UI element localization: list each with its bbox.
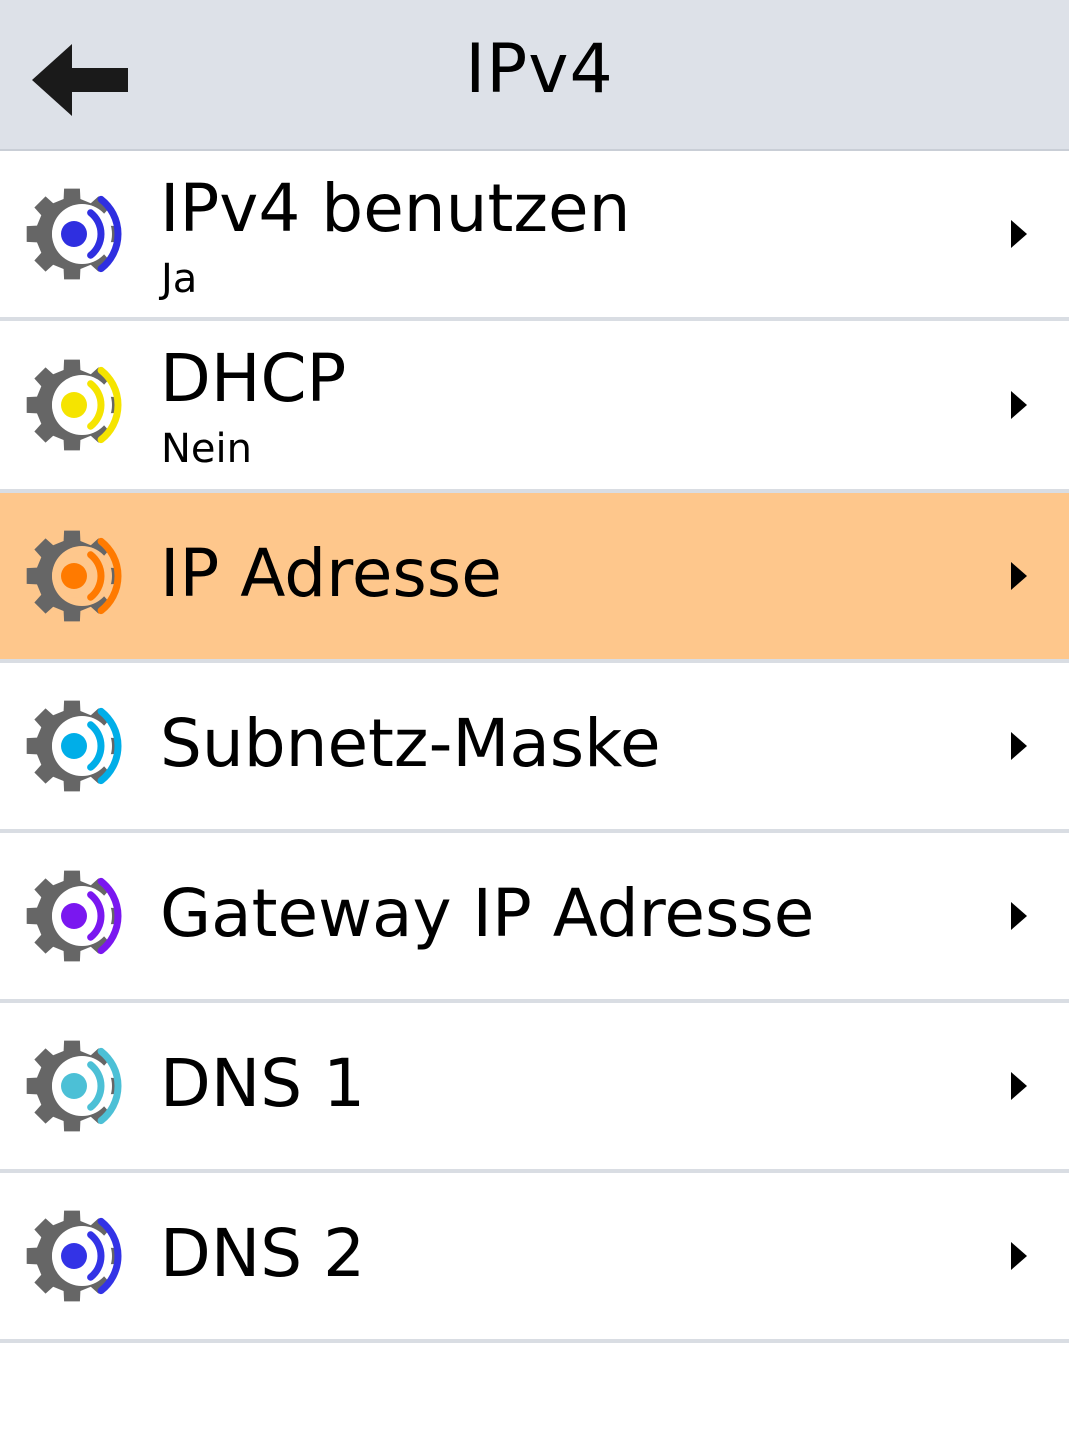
app-header: IPv4 xyxy=(0,0,1069,151)
item-label: Subnetz-Maske xyxy=(160,705,661,782)
chevron-right-icon xyxy=(1011,902,1027,930)
chevron-right-icon xyxy=(1011,732,1027,760)
gear-signal-icon xyxy=(26,359,122,451)
list-item-ip-adresse[interactable]: IP Adresse xyxy=(0,493,1069,663)
settings-list: IPv4 benutzen Ja DHCP Nein IP Adresse Su… xyxy=(0,151,1069,1343)
chevron-right-icon xyxy=(1011,562,1027,590)
list-item-subnetz-maske[interactable]: Subnetz-Maske xyxy=(0,663,1069,833)
list-item-dns-1[interactable]: DNS 1 xyxy=(0,1003,1069,1173)
gear-signal-icon xyxy=(26,870,122,962)
chevron-right-icon xyxy=(1011,391,1027,419)
gear-signal-icon xyxy=(26,1040,122,1132)
item-label: DHCP xyxy=(160,340,347,417)
gear-signal-icon xyxy=(26,700,122,792)
list-item-gateway-ip-adresse[interactable]: Gateway IP Adresse xyxy=(0,833,1069,1003)
list-item-dhcp[interactable]: DHCP Nein xyxy=(0,321,1069,493)
chevron-right-icon xyxy=(1011,1072,1027,1100)
chevron-right-icon xyxy=(1011,220,1027,248)
item-value: Ja xyxy=(161,256,198,302)
list-item-ipv4-benutzen[interactable]: IPv4 benutzen Ja xyxy=(0,151,1069,321)
page-title: IPv4 xyxy=(465,30,614,109)
item-label: Gateway IP Adresse xyxy=(160,875,815,952)
gear-signal-icon xyxy=(26,1210,122,1302)
gear-signal-icon xyxy=(26,188,122,280)
item-label: IPv4 benutzen xyxy=(160,170,631,247)
item-label: DNS 1 xyxy=(160,1045,366,1122)
item-label: DNS 2 xyxy=(160,1215,366,1292)
gear-signal-icon xyxy=(26,530,122,622)
chevron-right-icon xyxy=(1011,1242,1027,1270)
list-item-dns-2[interactable]: DNS 2 xyxy=(0,1173,1069,1343)
item-value: Nein xyxy=(161,426,252,472)
item-label: IP Adresse xyxy=(160,535,502,612)
